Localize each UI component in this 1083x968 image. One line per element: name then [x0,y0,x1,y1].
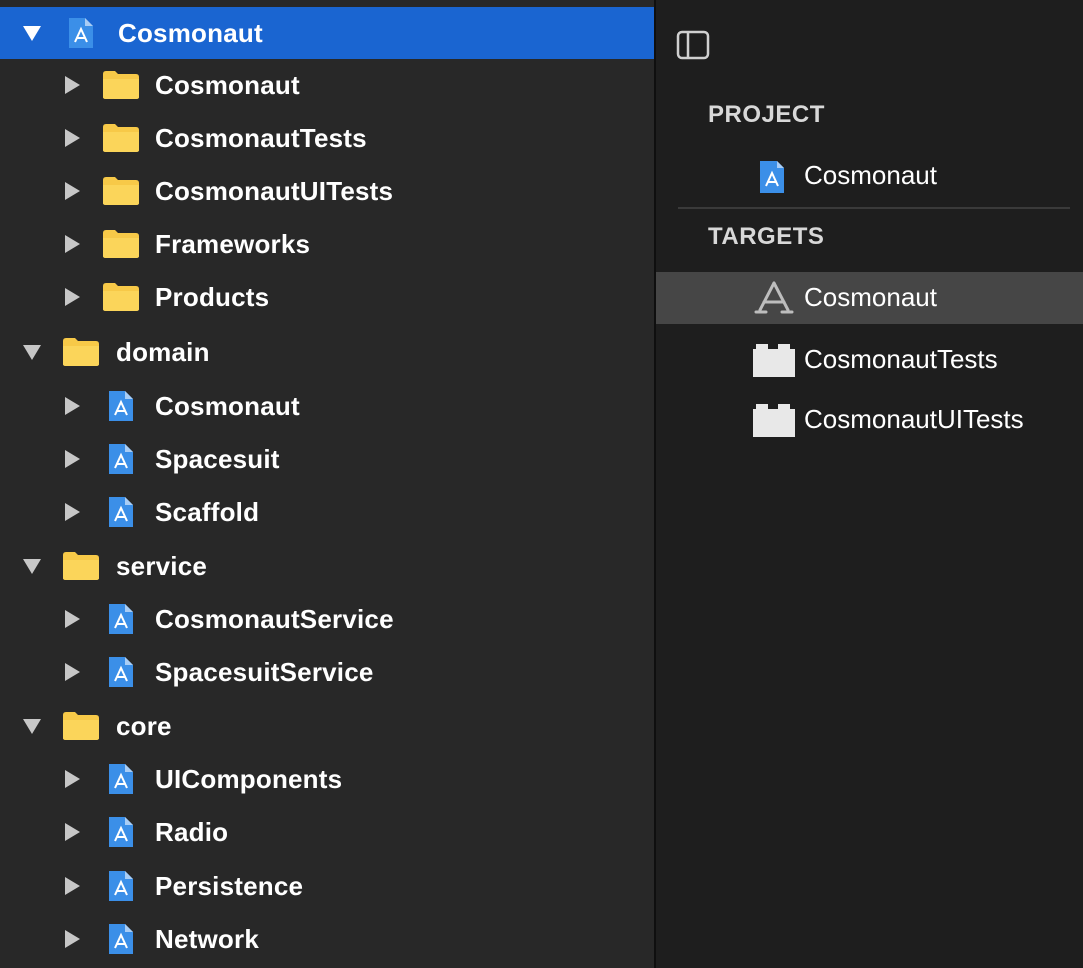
project-file-icon [108,496,134,533]
disclosure-collapsed-icon[interactable] [62,502,82,522]
disclosure-collapsed-icon[interactable] [62,287,82,307]
navigator-row[interactable]: Cosmonaut [0,380,654,432]
sidebar-toggle-icon[interactable] [676,30,710,60]
navigator-row-label: Scaffold [155,497,260,527]
target-label: CosmonautTests [804,344,998,374]
navigator-row-label: Products [155,282,270,312]
disclosure-collapsed-icon[interactable] [62,396,82,416]
project-editor-sidebar: PROJECT Cosmonaut TARGETS Cosmonaut Cosm… [656,0,1083,968]
navigator-row-label: UIComponents [155,764,343,794]
project-item-label: Cosmonaut [804,160,937,190]
disclosure-collapsed-icon[interactable] [62,75,82,95]
navigator-row[interactable]: Network [0,913,654,965]
disclosure-collapsed-icon[interactable] [62,769,82,789]
disclosure-collapsed-icon[interactable] [62,929,82,949]
project-file-icon [108,923,134,960]
navigator-row-label: Spacesuit [155,444,280,474]
folder-icon [102,70,140,105]
folder-icon [62,711,100,746]
navigator-row[interactable]: Frameworks [0,218,654,270]
disclosure-collapsed-icon[interactable] [62,876,82,896]
navigator-row[interactable]: Radio [0,806,654,858]
folder-icon [62,551,100,586]
project-file-icon [108,656,134,693]
target-item-cosmonauttests[interactable]: CosmonautTests [656,334,1083,386]
disclosure-collapsed-icon[interactable] [62,822,82,842]
navigator-row[interactable]: Persistence [0,860,654,912]
navigator-row-label: Radio [155,817,229,847]
navigator-row-label: Network [155,924,259,954]
bundle-target-icon [752,403,796,437]
navigator-row-label: SpacesuitService [155,657,374,687]
navigator-row[interactable]: Products [0,271,654,323]
target-label: CosmonautUITests [804,404,1024,434]
navigator-row[interactable]: Spacesuit [0,433,654,485]
project-file-icon [758,160,786,199]
navigator-row[interactable]: UIComponents [0,753,654,805]
folder-icon [102,176,140,211]
folder-icon [102,229,140,264]
navigator-row[interactable]: core [0,700,654,752]
disclosure-collapsed-icon[interactable] [62,181,82,201]
project-item-cosmonaut[interactable]: Cosmonaut [656,150,1083,202]
navigator-row[interactable]: domain [0,326,654,378]
project-file-icon [108,870,134,907]
navigator-row-label: service [116,551,208,581]
project-section-header: PROJECT [708,101,825,128]
disclosure-expanded-icon[interactable] [22,342,42,362]
target-label: Cosmonaut [804,282,937,312]
navigator-row-label: domain [116,337,210,367]
disclosure-expanded-icon[interactable] [22,23,42,43]
target-item-cosmonautuitests[interactable]: CosmonautUITests [656,394,1083,446]
navigator-row-label: CosmonautUITests [155,176,394,206]
disclosure-expanded-icon[interactable] [22,716,42,736]
bundle-target-icon [752,343,796,377]
navigator-row-label: core [116,711,172,741]
folder-icon [102,123,140,158]
disclosure-collapsed-icon[interactable] [62,449,82,469]
navigator-row-label: Cosmonaut [118,18,263,48]
navigator-row[interactable]: Cosmonaut [0,59,654,111]
project-file-icon [108,603,134,640]
disclosure-expanded-icon[interactable] [22,556,42,576]
disclosure-collapsed-icon[interactable] [62,128,82,148]
navigator-row-label: Cosmonaut [155,70,300,100]
navigator-row[interactable]: service [0,540,654,592]
navigator-row-label: Cosmonaut [155,391,300,421]
navigator-row-label: CosmonautTests [155,123,367,153]
section-separator [678,207,1070,209]
disclosure-collapsed-icon[interactable] [62,662,82,682]
navigator-row-label: CosmonautService [155,604,394,634]
navigator-row[interactable]: CosmonautService [0,593,654,645]
folder-icon [102,282,140,317]
disclosure-collapsed-icon[interactable] [62,609,82,629]
app-target-icon [752,280,796,321]
navigator-row[interactable]: CosmonautUITests [0,165,654,217]
disclosure-collapsed-icon[interactable] [62,234,82,254]
navigator-row[interactable]: Cosmonaut [0,7,654,59]
project-navigator: Cosmonaut Cosmonaut CosmonautTests Cosmonau… [0,0,654,968]
targets-section-header: TARGETS [708,223,825,250]
project-file-icon [68,17,94,54]
project-file-icon [108,816,134,853]
folder-icon [62,337,100,372]
project-file-icon [108,390,134,427]
navigator-row-label: Frameworks [155,229,311,259]
navigator-row[interactable]: Scaffold [0,486,654,538]
navigator-row-label: Persistence [155,871,304,901]
project-file-icon [108,443,134,480]
project-file-icon [108,763,134,800]
navigator-row[interactable]: SpacesuitService [0,646,654,698]
target-item-cosmonaut[interactable]: Cosmonaut [656,272,1083,324]
navigator-row[interactable]: CosmonautTests [0,112,654,164]
